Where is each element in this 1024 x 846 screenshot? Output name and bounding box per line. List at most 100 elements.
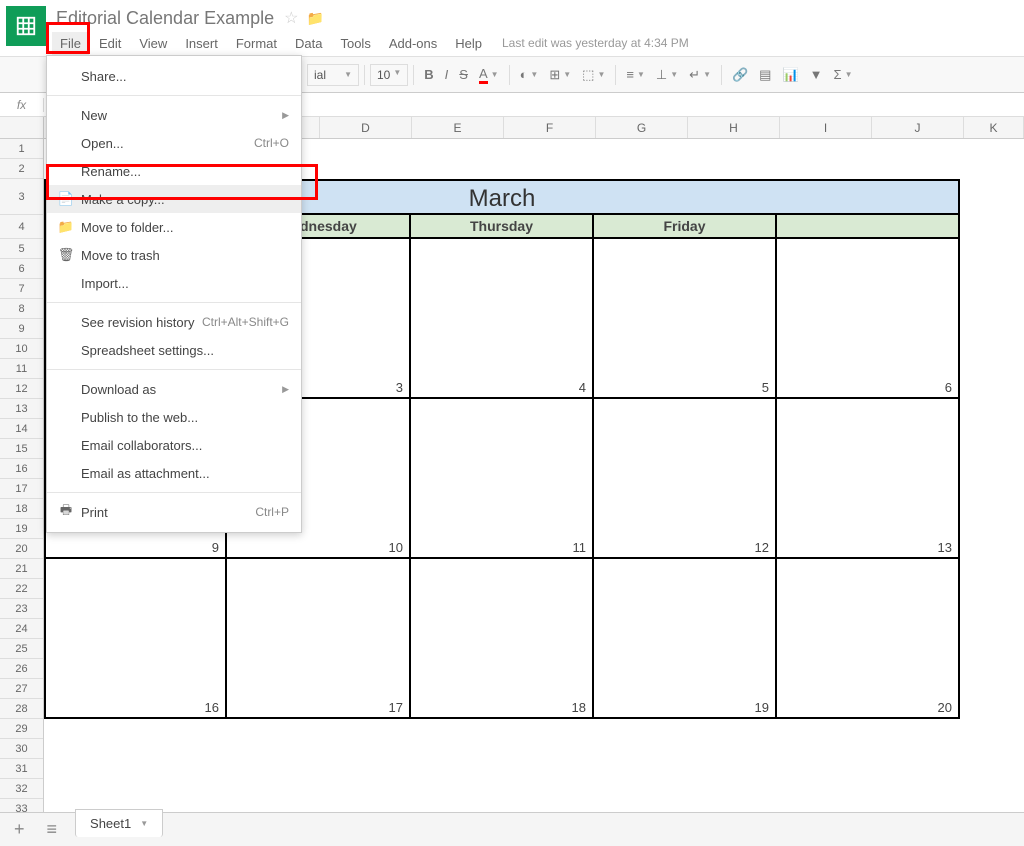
row-25[interactable]: 25 (0, 639, 43, 659)
cal-cell[interactable]: 5 (594, 239, 777, 399)
wrap-button[interactable]: ↵▼ (684, 63, 716, 87)
row-10[interactable]: 10 (0, 339, 43, 359)
row-32[interactable]: 32 (0, 779, 43, 799)
menu-help[interactable]: Help (447, 32, 490, 55)
menu-revision[interactable]: See revision historyCtrl+Alt+Shift+G (47, 308, 301, 336)
row-12[interactable]: 12 (0, 379, 43, 399)
col-f[interactable]: F (504, 117, 596, 138)
fill-color-button[interactable]: ◐▼ (515, 63, 544, 86)
cal-cell[interactable]: 12 (594, 399, 777, 559)
row-9[interactable]: 9 (0, 319, 43, 339)
row-30[interactable]: 30 (0, 739, 43, 759)
cal-cell[interactable]: 18 (411, 559, 594, 719)
row-1[interactable]: 1 (0, 139, 43, 159)
cal-cell[interactable]: 17 (227, 559, 411, 719)
row-20[interactable]: 20 (0, 539, 43, 559)
select-all-corner[interactable] (0, 117, 44, 138)
row-6[interactable]: 6 (0, 259, 43, 279)
row-16[interactable]: 16 (0, 459, 43, 479)
row-21[interactable]: 21 (0, 559, 43, 579)
row-14[interactable]: 14 (0, 419, 43, 439)
menu-import[interactable]: Import... (47, 269, 301, 297)
cal-cell[interactable]: 19 (594, 559, 777, 719)
link-button[interactable]: 🔗 (727, 63, 753, 87)
row-4[interactable]: 4 (0, 215, 43, 239)
row-15[interactable]: 15 (0, 439, 43, 459)
menu-addons[interactable]: Add-ons (381, 32, 445, 55)
col-h[interactable]: H (688, 117, 780, 138)
cal-header-fri[interactable]: Friday (594, 215, 777, 239)
row-23[interactable]: 23 (0, 599, 43, 619)
borders-button[interactable]: ⊞▼ (544, 63, 576, 87)
menu-download[interactable]: Download as▶ (47, 375, 301, 403)
row-13[interactable]: 13 (0, 399, 43, 419)
cal-cell[interactable]: 11 (411, 399, 594, 559)
menu-share[interactable]: Share... (47, 62, 301, 90)
italic-button[interactable]: I (440, 63, 454, 86)
merge-button[interactable]: ⬚▼ (577, 63, 610, 87)
col-e[interactable]: E (412, 117, 504, 138)
menu-new[interactable]: New▶ (47, 101, 301, 129)
menu-email-attach[interactable]: Email as attachment... (47, 459, 301, 487)
menu-move-folder[interactable]: 📁Move to folder... (47, 213, 301, 241)
row-7[interactable]: 7 (0, 279, 43, 299)
row-3[interactable]: 3 (0, 179, 43, 215)
menu-publish[interactable]: Publish to the web... (47, 403, 301, 431)
row-11[interactable]: 11 (0, 359, 43, 379)
filter-button[interactable]: ▼ (805, 63, 828, 86)
functions-button[interactable]: Σ▼ (829, 63, 858, 86)
row-19[interactable]: 19 (0, 519, 43, 539)
row-18[interactable]: 18 (0, 499, 43, 519)
col-i[interactable]: I (780, 117, 872, 138)
menu-edit[interactable]: Edit (91, 32, 129, 55)
menu-spreadsheet-settings[interactable]: Spreadsheet settings... (47, 336, 301, 364)
row-24[interactable]: 24 (0, 619, 43, 639)
col-g[interactable]: G (596, 117, 688, 138)
all-sheets-button[interactable]: ≡ (43, 819, 62, 840)
menu-view[interactable]: View (131, 32, 175, 55)
row-28[interactable]: 28 (0, 699, 43, 719)
col-d[interactable]: D (320, 117, 412, 138)
row-22[interactable]: 22 (0, 579, 43, 599)
comment-button[interactable]: ▤ (754, 63, 776, 87)
folder-icon[interactable]: 📁 (306, 10, 323, 27)
cal-cell[interactable]: 6 (777, 239, 960, 399)
star-icon[interactable]: ☆ (284, 8, 298, 28)
col-k[interactable]: K (964, 117, 1024, 138)
row-31[interactable]: 31 (0, 759, 43, 779)
menu-format[interactable]: Format (228, 32, 285, 55)
menu-tools[interactable]: Tools (332, 32, 378, 55)
cal-cell[interactable]: 20 (777, 559, 960, 719)
cal-cell[interactable]: 4 (411, 239, 594, 399)
row-5[interactable]: 5 (0, 239, 43, 259)
cal-header-thu[interactable]: Thursday (411, 215, 594, 239)
menu-email-collab[interactable]: Email collaborators... (47, 431, 301, 459)
row-27[interactable]: 27 (0, 679, 43, 699)
row-26[interactable]: 26 (0, 659, 43, 679)
cal-cell[interactable]: 13 (777, 399, 960, 559)
row-17[interactable]: 17 (0, 479, 43, 499)
align-h-button[interactable]: ≡▼ (621, 63, 650, 86)
add-sheet-button[interactable]: + (10, 819, 29, 840)
app-logo[interactable] (6, 6, 46, 46)
bold-button[interactable]: B (419, 63, 438, 86)
cal-header-sat[interactable] (777, 215, 960, 239)
menu-insert[interactable]: Insert (177, 32, 226, 55)
menu-open[interactable]: Open...Ctrl+O (47, 129, 301, 157)
cal-cell[interactable]: 16 (44, 559, 227, 719)
menu-trash[interactable]: 🗑Move to trash (47, 241, 301, 269)
chart-button[interactable]: 📊 (777, 63, 803, 87)
row-8[interactable]: 8 (0, 299, 43, 319)
last-edit-info[interactable]: Last edit was yesterday at 4:34 PM (502, 36, 689, 50)
menu-print[interactable]: 🖶PrintCtrl+P (47, 498, 301, 526)
text-color-button[interactable]: A▼ (474, 62, 504, 88)
col-j[interactable]: J (872, 117, 964, 138)
strike-button[interactable]: S (454, 63, 473, 86)
sheet-tab-1[interactable]: Sheet1▼ (75, 809, 163, 837)
row-2[interactable]: 2 (0, 159, 43, 179)
font-family-select[interactable]: ial▼ (307, 64, 359, 86)
row-29[interactable]: 29 (0, 719, 43, 739)
align-v-button[interactable]: ⊥▼ (651, 63, 683, 87)
menu-data[interactable]: Data (287, 32, 330, 55)
font-size-select[interactable]: 10▼ (370, 64, 408, 86)
